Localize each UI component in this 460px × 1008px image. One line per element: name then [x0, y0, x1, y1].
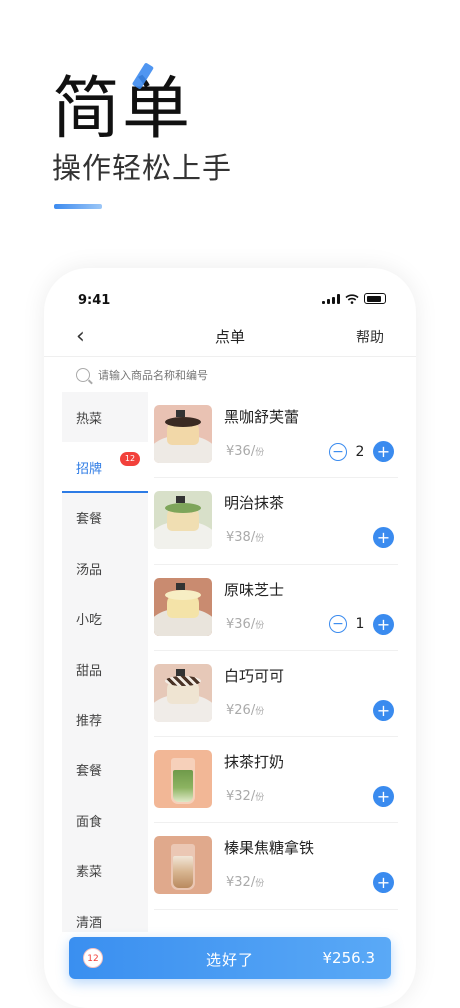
product-row[interactable]: 榛果焦糖拿铁 ¥32/份 + [154, 823, 398, 910]
quantity-stepper: + [373, 872, 394, 894]
search-bar [76, 364, 396, 386]
category-label: 汤品 [76, 562, 103, 578]
quantity-stepper: + [373, 786, 394, 808]
nav-bar: ‹ 点单 帮助 [44, 316, 416, 357]
category-label: 招牌 [76, 462, 103, 478]
product-name: 白巧可可 [224, 666, 285, 685]
product-name: 黑咖舒芙蕾 [224, 408, 300, 426]
product-price: ¥36/份 [226, 444, 265, 459]
product-row[interactable]: 原味芝士 ¥36/份 − 1 + [154, 565, 398, 651]
category-item[interactable]: 面食 [62, 795, 148, 845]
add-button[interactable]: + [373, 441, 394, 462]
product-price: ¥38/份 [226, 530, 265, 546]
product-image [154, 405, 212, 463]
hero-underline [54, 204, 102, 209]
search-input[interactable] [98, 368, 378, 382]
category-item[interactable]: 素菜 [62, 846, 148, 896]
category-item[interactable]: 套餐 [62, 745, 148, 795]
category-label: 热菜 [76, 411, 103, 427]
hero-subtitle: 操作轻松上手 [52, 151, 233, 185]
product-image [154, 750, 212, 809]
category-badge: 12 [120, 452, 140, 467]
category-item[interactable]: 套餐 [62, 493, 148, 543]
phone-frame: 9:41 ‹ 点单 帮助 热菜 招牌12 套餐 汤品 小吃 甜品 推荐 套餐 面 [44, 268, 416, 1008]
category-label: 甜品 [76, 663, 103, 679]
quantity-stepper: − 1 + [329, 613, 394, 635]
category-label: 小吃 [76, 613, 103, 629]
checkout-bar[interactable]: 12 选好了 ¥256.3 [69, 937, 391, 979]
category-label: 推荐 [76, 714, 103, 730]
help-link[interactable]: 帮助 [356, 327, 384, 347]
product-name: 榛果焦糖拿铁 [224, 839, 315, 858]
product-image [154, 577, 212, 636]
status-icons [322, 293, 386, 304]
search-icon [76, 368, 90, 382]
battery-icon [364, 293, 386, 304]
wifi-icon [345, 293, 359, 304]
product-price: ¥32/份 [226, 875, 265, 891]
product-price: ¥32/份 [226, 789, 265, 805]
category-item-active[interactable]: 招牌 12 [62, 442, 148, 494]
category-label: 套餐 [76, 512, 103, 528]
product-name: 抹茶打奶 [224, 753, 285, 772]
product-price: ¥36/份 [226, 616, 265, 632]
product-list: 黑咖舒芙蕾 ¥36/份 − 2 + 明治抹茶 ¥38/份 + 原味芝士 ¥36/… [154, 392, 398, 932]
category-item[interactable]: 汤品 [62, 543, 148, 593]
category-label: 面食 [76, 814, 103, 830]
cart-total: ¥256.3 [322, 949, 376, 967]
product-row[interactable]: 抹茶打奶 ¥32/份 + [154, 737, 398, 824]
hero-title: 简单 [52, 70, 193, 149]
category-item[interactable]: 热菜 [62, 392, 148, 442]
quantity-value: 2 [355, 443, 365, 460]
product-name: 明治抹茶 [224, 494, 285, 513]
add-button[interactable]: + [373, 786, 394, 808]
product-row[interactable]: 白巧可可 ¥26/份 + [154, 651, 398, 738]
status-bar: 9:41 [44, 268, 416, 312]
category-item[interactable]: 小吃 [62, 594, 148, 644]
category-label: 清酒 [76, 915, 103, 931]
quantity-stepper: − 2 + [329, 441, 394, 462]
product-name: 原味芝士 [224, 580, 285, 599]
quantity-stepper: + [373, 527, 394, 549]
add-button[interactable]: + [373, 527, 394, 549]
add-button[interactable]: + [373, 872, 394, 894]
decrease-button[interactable]: − [329, 615, 347, 634]
signal-icon [322, 293, 340, 304]
category-label: 素菜 [76, 865, 103, 881]
product-price: ¥26/份 [226, 702, 265, 718]
decrease-button[interactable]: − [329, 442, 347, 461]
add-button[interactable]: + [373, 613, 394, 635]
product-image [154, 663, 212, 722]
category-item[interactable]: 甜品 [62, 644, 148, 694]
category-sidebar: 热菜 招牌 12 套餐 汤品 小吃 甜品 推荐 套餐 面食 素菜 清酒 [62, 392, 148, 932]
quantity-stepper: + [373, 699, 394, 721]
category-item[interactable]: 推荐 [62, 694, 148, 744]
category-label: 套餐 [76, 764, 103, 780]
product-row[interactable]: 黑咖舒芙蕾 ¥36/份 − 2 + [154, 392, 398, 479]
product-image [154, 491, 212, 550]
product-row[interactable]: 明治抹茶 ¥38/份 + [154, 478, 398, 565]
status-time: 9:41 [78, 293, 111, 308]
add-button[interactable]: + [373, 699, 394, 721]
quantity-value: 1 [355, 616, 365, 633]
product-image [154, 836, 212, 895]
